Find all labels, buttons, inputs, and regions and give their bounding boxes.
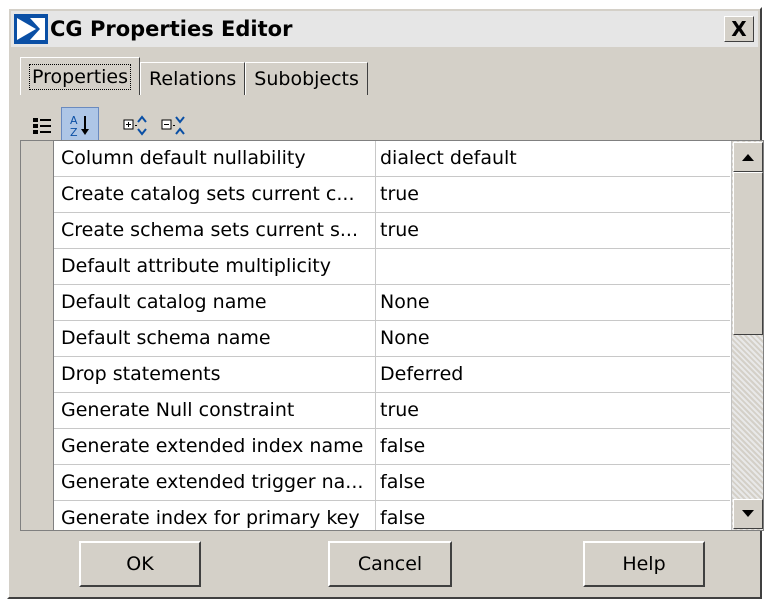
- property-value[interactable]: false: [376, 465, 730, 500]
- categorized-view-icon: [33, 118, 51, 134]
- collapse-all-icon: [161, 116, 185, 135]
- property-rows: Column default nullability dialect defaul…: [54, 141, 730, 530]
- property-row[interactable]: Generate Null constraint true: [54, 393, 730, 429]
- svg-text:Z: Z: [70, 126, 78, 139]
- scroll-down-button[interactable]: [733, 499, 763, 529]
- arrow-down-icon: [742, 510, 754, 517]
- property-name: Generate Null constraint: [54, 393, 376, 428]
- property-row[interactable]: Column default nullability dialect defaul…: [54, 141, 730, 177]
- property-name: Drop statements: [54, 357, 376, 392]
- property-row[interactable]: Generate index for primary key false: [54, 501, 730, 530]
- property-name: Default attribute multiplicity: [54, 249, 376, 284]
- property-name: Default catalog name: [54, 285, 376, 320]
- tab-subobjects[interactable]: Subobjects: [245, 62, 368, 95]
- property-name: Default schema name: [54, 321, 376, 356]
- property-value[interactable]: true: [376, 393, 730, 428]
- close-icon: X: [731, 17, 747, 41]
- property-row[interactable]: Create catalog sets current c... true: [54, 177, 730, 213]
- property-value[interactable]: Deferred: [376, 357, 730, 392]
- property-value[interactable]: dialect default: [376, 141, 730, 176]
- tab-properties[interactable]: Properties: [20, 57, 141, 95]
- scroll-up-button[interactable]: [733, 142, 763, 172]
- property-value[interactable]: None: [376, 285, 730, 320]
- property-value[interactable]: [376, 249, 730, 284]
- close-button[interactable]: X: [724, 16, 754, 42]
- tab-subobjects-label: Subobjects: [254, 68, 359, 90]
- tab-relations-label: Relations: [149, 68, 237, 90]
- property-row[interactable]: Create schema sets current s... true: [54, 213, 730, 249]
- property-row[interactable]: Generate extended index name false: [54, 429, 730, 465]
- tab-properties-label: Properties: [29, 63, 132, 90]
- property-row[interactable]: Default schema name None: [54, 321, 730, 357]
- title-bar[interactable]: CG Properties Editor X: [11, 11, 758, 47]
- property-row[interactable]: Default attribute multiplicity: [54, 249, 730, 285]
- property-grid: Column default nullability dialect defaul…: [20, 140, 764, 531]
- property-name: Generate extended index name: [54, 429, 376, 464]
- property-name: Create schema sets current s...: [54, 213, 376, 248]
- expand-all-icon: [123, 115, 147, 136]
- vertical-scrollbar[interactable]: [731, 141, 763, 530]
- tab-bar: Properties Relations Subobjects: [20, 57, 368, 95]
- property-name: Generate extended trigger na...: [54, 465, 376, 500]
- app-logo-icon: [14, 14, 48, 44]
- scrollbar-thumb[interactable]: [733, 172, 763, 335]
- property-row[interactable]: Default catalog name None: [54, 285, 730, 321]
- arrow-up-icon: [742, 154, 754, 161]
- property-name: Create catalog sets current c...: [54, 177, 376, 212]
- property-value[interactable]: true: [376, 213, 730, 248]
- property-value[interactable]: true: [376, 177, 730, 212]
- tab-relations[interactable]: Relations: [140, 62, 246, 95]
- ok-button[interactable]: OK: [79, 541, 201, 587]
- property-name: Column default nullability: [54, 141, 376, 176]
- property-name: Generate index for primary key: [54, 501, 376, 530]
- row-gutter: [21, 141, 54, 530]
- property-row[interactable]: Drop statements Deferred: [54, 357, 730, 393]
- property-value[interactable]: false: [376, 429, 730, 464]
- property-value[interactable]: None: [376, 321, 730, 356]
- cancel-button[interactable]: Cancel: [328, 541, 452, 587]
- window-title: CG Properties Editor: [50, 17, 293, 41]
- property-value[interactable]: false: [376, 501, 730, 530]
- property-row[interactable]: Generate extended trigger na... false: [54, 465, 730, 501]
- sort-alphabetically-icon: A Z: [70, 114, 89, 139]
- help-button[interactable]: Help: [583, 541, 705, 587]
